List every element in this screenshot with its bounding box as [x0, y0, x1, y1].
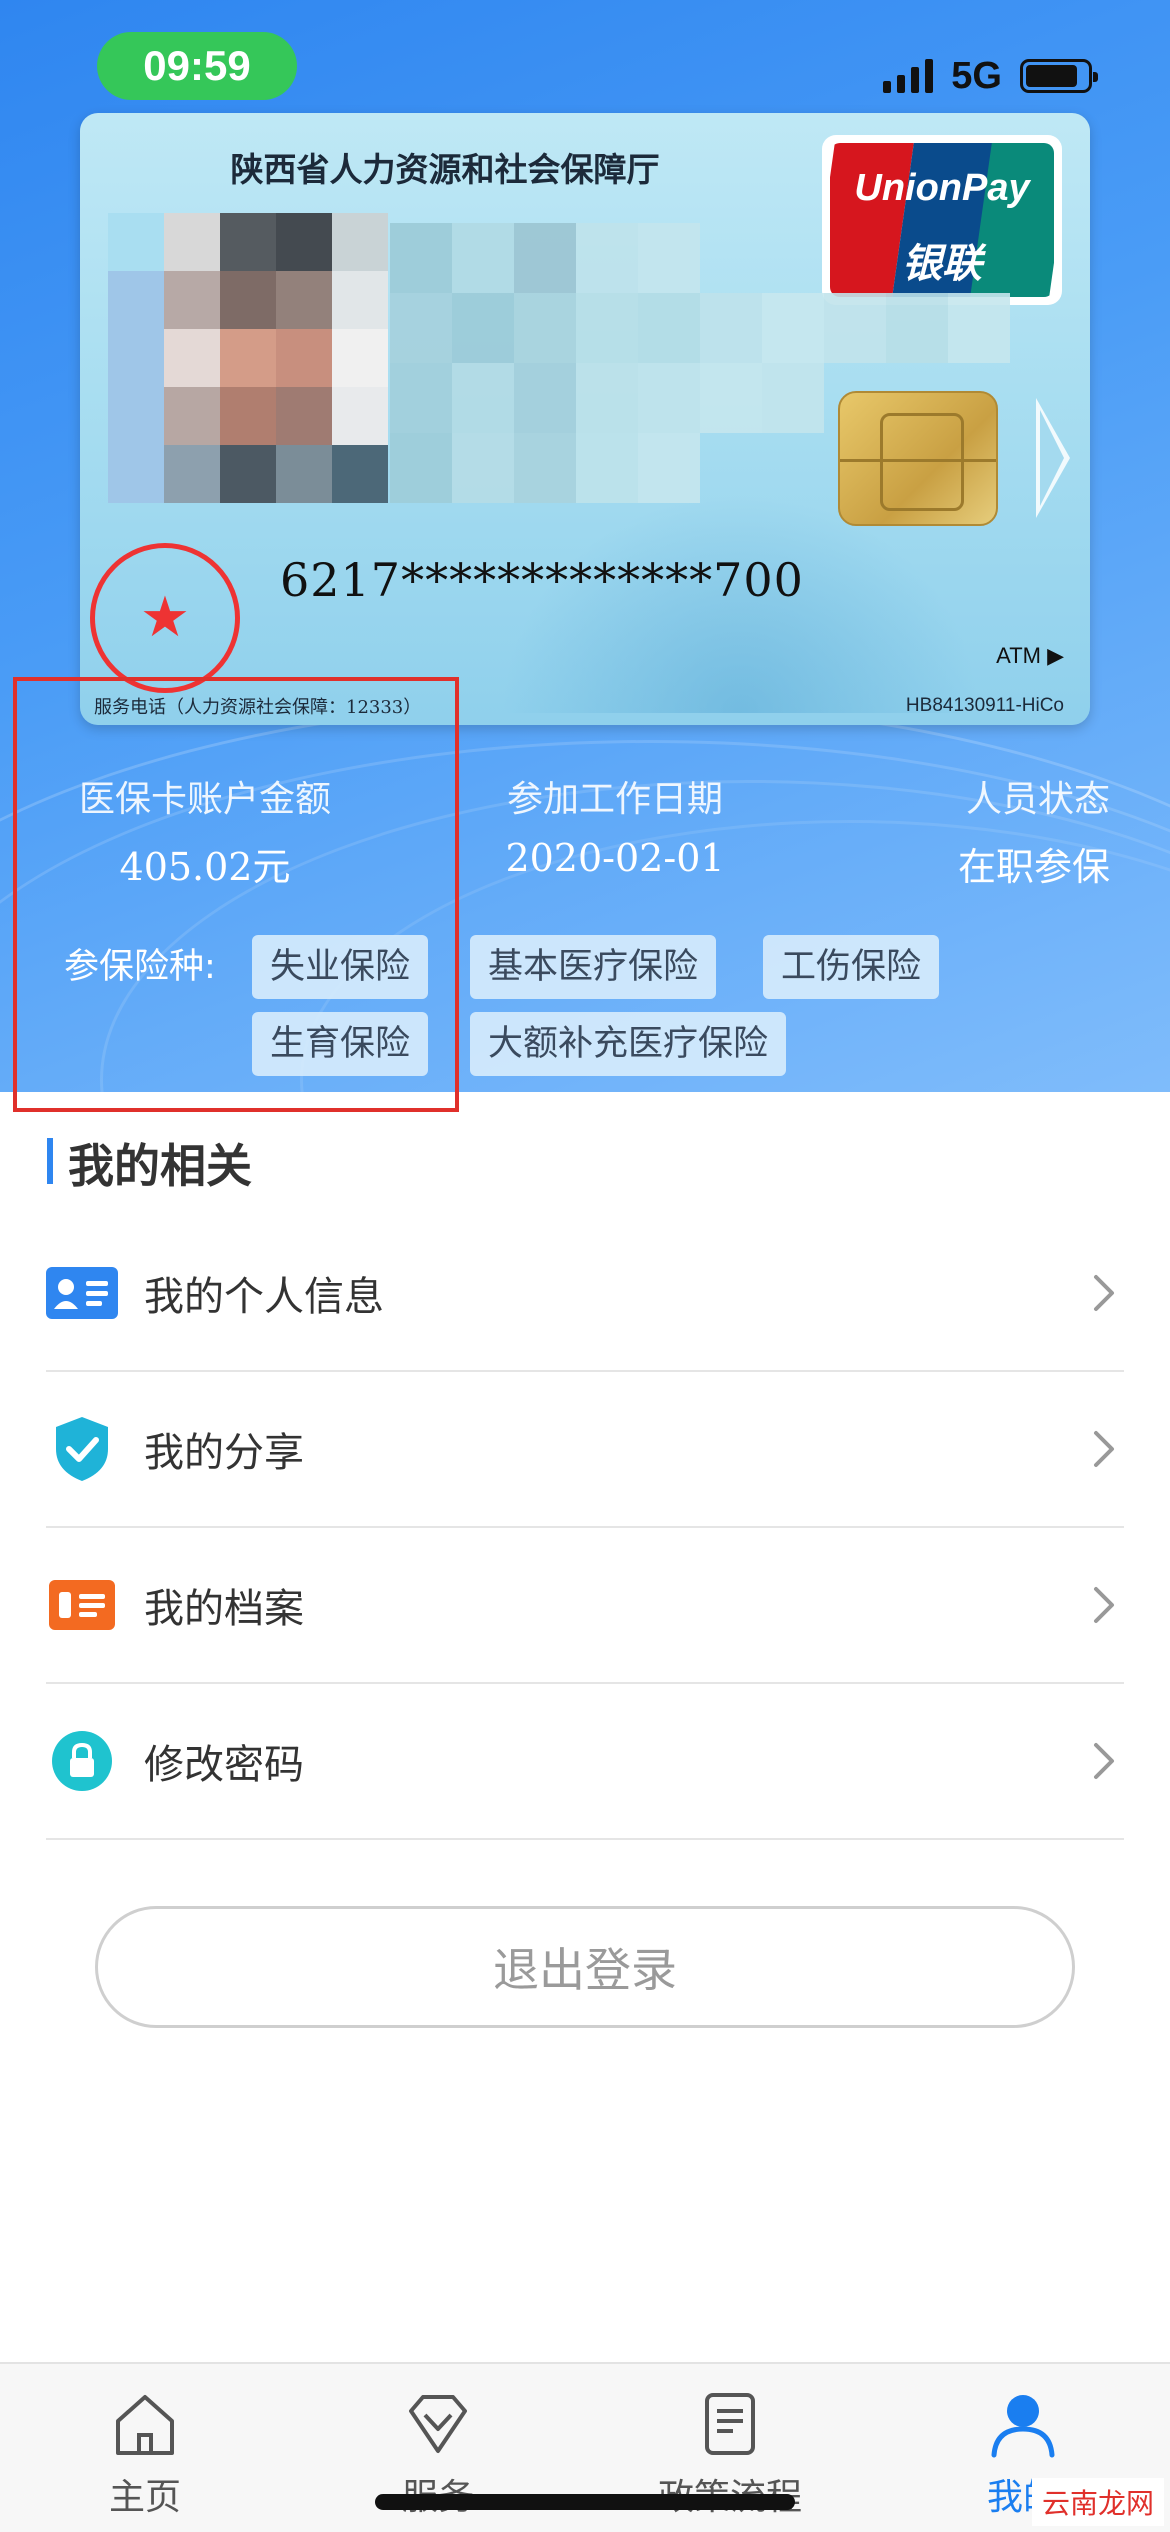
work-date-label: 参加工作日期 [506, 779, 723, 820]
status-value: 在职参保 [957, 845, 1110, 889]
tab-home[interactable]: 主页 [35, 2384, 255, 2520]
logout-button[interactable]: 退出登录 [95, 1906, 1075, 2028]
shield-check-icon [46, 1413, 118, 1485]
archive-icon [46, 1569, 118, 1641]
chevron-right-icon [1084, 1585, 1124, 1625]
home-indicator[interactable] [375, 2494, 795, 2510]
chevron-right-icon [1084, 1273, 1124, 1313]
battery-icon [1020, 59, 1098, 93]
social-security-card[interactable]: 陕西省人力资源和社会保障厅 UnionPay 银联 ★ 6217********… [80, 113, 1090, 725]
atm-label: ATM ▶ [996, 643, 1064, 668]
person-icon [913, 2384, 1133, 2464]
card-number: 6217*************700 [280, 553, 804, 607]
menu-item-personal-info[interactable]: 我的个人信息 [46, 1216, 1124, 1372]
chevron-right-icon [1084, 1741, 1124, 1781]
card-chip [838, 391, 998, 526]
menu-item-label: 我的分享 [144, 1430, 304, 1476]
insurance-tag: 大额补充医疗保险 [470, 1012, 787, 1076]
menu-item-label: 我的个人信息 [144, 1274, 384, 1320]
menu-item-change-password[interactable]: 修改密码 [46, 1684, 1124, 1840]
menu-item-archive[interactable]: 我的档案 [46, 1528, 1124, 1684]
menu-item-label: 修改密码 [144, 1742, 304, 1788]
insurance-tag: 基本医疗保险 [470, 935, 717, 999]
chevron-right-icon [1084, 1429, 1124, 1469]
star-icon: ★ [139, 585, 191, 650]
network-label: 5G [951, 54, 1002, 97]
watermark: 云南龙网 [1031, 2478, 1164, 2526]
status-label: 人员状态 [965, 779, 1110, 820]
work-date-stat: 参加工作日期 2020-02-01 [470, 770, 760, 880]
status-indicators: 5G [883, 50, 1098, 102]
id-card-icon [46, 1257, 118, 1329]
insurance-tag: 工伤保险 [763, 935, 940, 999]
section-title: 我的相关 [68, 1139, 252, 1193]
card-issuer: 陕西省人力资源和社会保障厅 [230, 150, 660, 189]
annotation-highlight-box [13, 677, 459, 1112]
menu-item-share[interactable]: 我的分享 [46, 1372, 1124, 1528]
home-icon [35, 2384, 255, 2464]
card-code: HB84130911-HiCo [905, 695, 1064, 716]
status-stat: 人员状态 在职参保 [870, 770, 1110, 891]
card-photo-pixelated [108, 213, 388, 503]
signal-icon [883, 59, 934, 93]
tab-label: 主页 [108, 2477, 181, 2518]
menu-item-label: 我的档案 [144, 1586, 304, 1632]
lock-icon [46, 1725, 118, 1797]
work-date-value: 2020-02-01 [505, 836, 725, 880]
status-time: 09:59 [97, 32, 297, 100]
section-accent-bar [47, 1138, 53, 1184]
document-icon [620, 2384, 840, 2464]
official-seal: ★ [90, 543, 240, 693]
diamond-icon [328, 2384, 548, 2464]
